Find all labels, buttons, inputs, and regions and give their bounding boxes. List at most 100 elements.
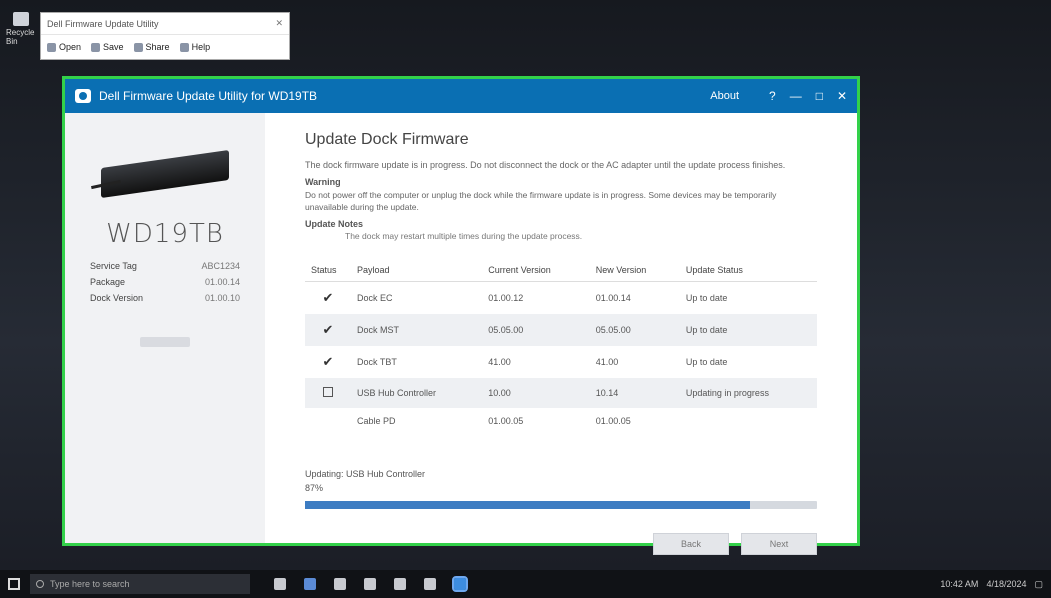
desktop-icon-label: Recycle Bin: [6, 28, 35, 46]
notification-icon[interactable]: ▢: [1034, 579, 1043, 590]
progress-label: Updating: USB Hub Controller: [305, 469, 426, 479]
task-view-icon[interactable]: [274, 578, 286, 590]
column-header: Current Version: [482, 259, 590, 282]
table-cell-payload: Dock TBT: [357, 357, 397, 367]
mini-window: Dell Firmware Update Utility ✕ Open Save…: [40, 12, 290, 60]
mini-toolbar-share[interactable]: Share: [133, 42, 170, 52]
mini-window-title: Dell Firmware Update Utility: [47, 18, 159, 29]
mini-toolbar-help[interactable]: Help: [179, 42, 210, 52]
mini-window-titlebar: Dell Firmware Update Utility ✕: [41, 13, 289, 35]
next-button[interactable]: Next: [741, 533, 817, 555]
table-cell-update: Up to date: [685, 293, 728, 303]
search-placeholder: Type here to search: [50, 579, 130, 589]
app-window: Dell Firmware Update Utility for WD19TB …: [62, 76, 860, 555]
firmware-table: Status Payload Current Version New Versi…: [305, 259, 817, 434]
device-info: Service Tag ABC1234 Package 01.00.14 Doc…: [90, 261, 240, 309]
info-label: Package: [90, 277, 126, 287]
tray-date[interactable]: 4/18/2024: [986, 579, 1026, 589]
warning-text: Do not power off the computer or unplug …: [305, 190, 777, 212]
start-icon[interactable]: [8, 578, 20, 590]
info-label: Service Tag: [90, 261, 137, 271]
info-value: 01.00.14: [204, 277, 240, 287]
file-explorer-icon[interactable]: [334, 578, 346, 590]
close-icon[interactable]: ✕: [275, 18, 283, 29]
progress-fill: [305, 501, 751, 509]
status-cell: ✔: [305, 314, 351, 346]
back-button[interactable]: Back: [653, 533, 729, 555]
status-cell: [305, 378, 351, 408]
app-titlebar: Dell Firmware Update Utility for WD19TB …: [65, 79, 857, 113]
info-row: Package 01.00.14: [90, 277, 240, 287]
app-body: WD19TB Service Tag ABC1234 Package 01.00…: [65, 113, 857, 555]
edge-icon[interactable]: [304, 578, 316, 590]
notes-title: Update Notes: [305, 219, 364, 229]
dock-image: [91, 150, 235, 198]
table-row: ✔ Dock EC 01.00.12 01.00.14 Up to date: [305, 282, 817, 315]
status-cell: ✔: [305, 282, 351, 315]
table-row: Cable PD 01.00.05 01.00.05: [305, 408, 817, 434]
dell-update-app-icon[interactable]: [452, 576, 468, 592]
table-cell-payload: Dock MST: [351, 314, 483, 346]
table-cell-update: Up to date: [679, 314, 817, 346]
table-cell-payload: USB Hub Controller: [351, 378, 483, 408]
table-cell-new: 01.00.05: [595, 416, 631, 426]
mail-icon[interactable]: [394, 578, 406, 590]
update-note: The dock may restart multiple times duri…: [345, 231, 583, 241]
checkmark-icon: ✔: [322, 322, 334, 337]
model-name: WD19TB: [106, 219, 224, 249]
column-header: Update Status: [679, 259, 817, 282]
intro-text: The dock firmware update is in progress.…: [305, 160, 786, 170]
taskbar-apps: [274, 576, 468, 592]
info-value: 01.00.10: [204, 293, 240, 303]
mini-window-toolbar: Open Save Share Help: [41, 35, 289, 59]
table-cell-current: 01.00.05: [488, 416, 524, 426]
help-button[interactable]: ?: [769, 89, 776, 103]
main-content: Update Dock Firmware The dock firmware u…: [265, 113, 857, 555]
dell-logo-icon: [75, 89, 91, 103]
table-row: ✔ Dock MST 05.05.00 05.05.00 Up to date: [305, 314, 817, 346]
page-title: Update Dock Firmware: [305, 131, 469, 148]
table-cell-update: Up to date: [685, 357, 728, 367]
table-cell-current: 41.00: [488, 357, 511, 367]
info-label: Dock Version: [90, 293, 144, 303]
checkmark-icon: ✔: [322, 354, 334, 369]
column-header: Payload: [351, 259, 483, 282]
mini-toolbar-save[interactable]: Save: [91, 42, 124, 52]
table-cell-update: [680, 408, 817, 434]
store-icon[interactable]: [364, 578, 376, 590]
maximize-button[interactable]: □: [816, 89, 823, 103]
table-cell-payload: Cable PD: [357, 416, 396, 426]
info-row: Service Tag ABC1234: [90, 261, 240, 271]
table-cell-new: 05.05.00: [589, 314, 680, 346]
app-title: Dell Firmware Update Utility for WD19TB: [99, 89, 318, 103]
table-cell-current: 10.00: [482, 378, 590, 408]
mini-toolbar-open[interactable]: Open: [47, 42, 81, 52]
info-value: ABC1234: [201, 261, 240, 271]
share-icon: [133, 42, 143, 52]
checkbox-icon: [323, 387, 333, 397]
taskbar-search[interactable]: Type here to search: [30, 574, 250, 594]
progress-bar: [305, 501, 817, 509]
minimize-button[interactable]: —: [790, 89, 802, 103]
table-cell-new: 10.14: [589, 378, 680, 408]
table-cell-new: 01.00.14: [595, 293, 631, 303]
progress-section: Updating: USB Hub Controller 87%: [305, 469, 817, 509]
settings-icon[interactable]: [424, 578, 436, 590]
table-cell-payload: Dock EC: [357, 293, 393, 303]
recycle-bin-icon: [13, 12, 29, 26]
save-icon: [91, 42, 101, 52]
status-cell: [305, 408, 351, 434]
checkmark-icon: ✔: [322, 290, 334, 305]
sidebar-link[interactable]: [140, 337, 190, 347]
column-header: Status: [305, 259, 351, 282]
tray-time[interactable]: 10:42 AM: [940, 579, 978, 589]
help-icon: [179, 42, 189, 52]
desktop: Recycle Bin Dell Firmware Update Utility…: [0, 0, 1051, 570]
close-button[interactable]: ✕: [837, 89, 847, 103]
about-link[interactable]: About: [710, 90, 739, 102]
taskbar: Type here to search 10:42 AM 4/18/2024 ▢: [0, 570, 1051, 598]
recycle-bin-desktop-icon[interactable]: Recycle Bin: [6, 12, 36, 46]
folder-icon: [47, 42, 56, 52]
status-cell: ✔: [305, 346, 351, 378]
warning-title: Warning: [305, 177, 341, 187]
